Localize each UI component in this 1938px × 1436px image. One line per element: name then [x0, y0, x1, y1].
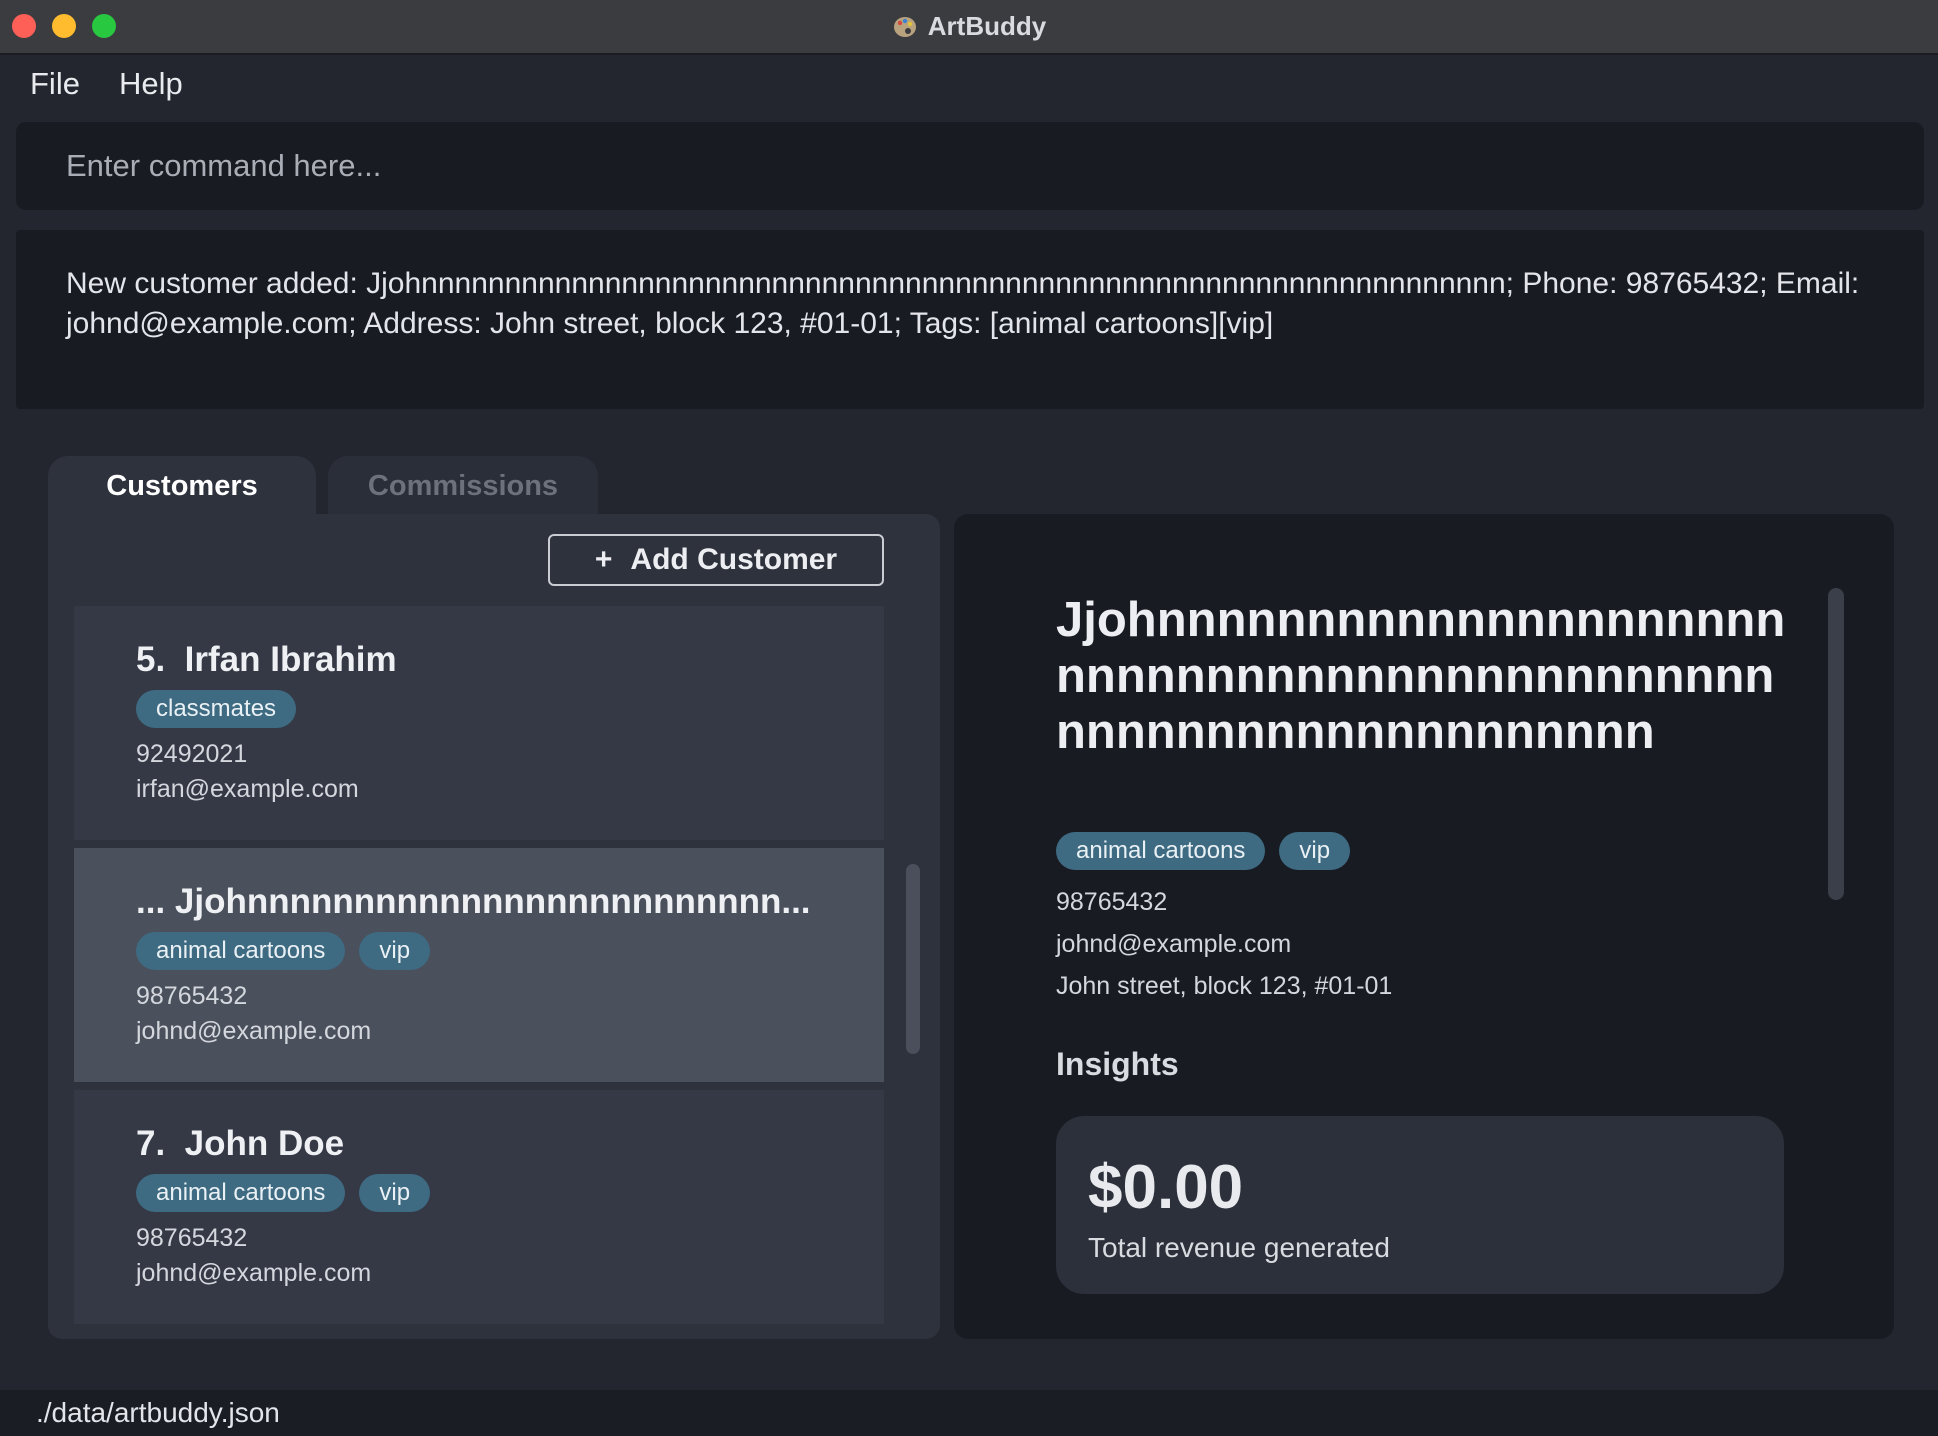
customer-name: 5. Irfan Ibrahim: [136, 640, 822, 680]
add-customer-label: Add Customer: [630, 543, 838, 576]
add-customer-button[interactable]: + Add Customer: [548, 534, 884, 586]
status-bar: ./data/artbuddy.json: [0, 1390, 1938, 1436]
detail-tag-list: animal cartoons vip: [1056, 832, 1351, 870]
result-display: New customer added: Jjohnnnnnnnnnnnnnnnn…: [16, 230, 1924, 409]
tag: classmates: [136, 690, 297, 728]
tab-customers[interactable]: Customers: [48, 456, 316, 516]
customer-phone: 98765432: [136, 1224, 248, 1252]
customer-index: 5.: [136, 640, 166, 679]
customer-phone: 98765432: [136, 982, 248, 1010]
command-input[interactable]: [16, 122, 1924, 210]
command-box: [16, 122, 1924, 210]
customer-email: irfan@example.com: [136, 775, 359, 803]
customer-card[interactable]: 7. John Doe animal cartoons vip 98765432…: [74, 1090, 884, 1324]
detail-scrollbar[interactable]: [1828, 588, 1844, 900]
tag-list: animal cartoons vip: [136, 932, 822, 970]
tag: animal cartoons: [1056, 832, 1266, 870]
customer-index: 7.: [136, 1124, 166, 1163]
customer-name: 7. John Doe: [136, 1124, 822, 1164]
tag: vip: [359, 1174, 431, 1212]
tag-list: animal cartoons vip: [136, 1174, 822, 1212]
customer-card[interactable]: 5. Irfan Ibrahim classmates 92492021 irf…: [74, 606, 884, 840]
menu-help[interactable]: Help: [119, 66, 183, 102]
detail-customer-name: Jjohnnnnnnnnnnnnnnnnnnnnnnnnnnnnnnnnnnnn…: [1056, 593, 1786, 759]
menu-bar: File Help: [0, 55, 1938, 112]
tab-commissions[interactable]: Commissions: [328, 456, 598, 516]
customer-phone: 92492021: [136, 740, 248, 768]
tag-list: classmates: [136, 690, 822, 728]
detail-address: John street, block 123, #01-01: [1056, 972, 1393, 1000]
customer-list-scrollbar[interactable]: [906, 864, 920, 1054]
data-file-path: ./data/artbuddy.json: [36, 1397, 280, 1428]
palette-icon: [893, 16, 916, 37]
tag: animal cartoons: [136, 1174, 346, 1212]
customer-list-panel: + Add Customer 5. Irfan Ibrahim classmat…: [48, 514, 940, 1339]
customer-index: ...: [136, 882, 166, 921]
customer-email: johnd@example.com: [136, 1017, 372, 1045]
customer-name-text: Irfan Ibrahim: [184, 640, 397, 679]
plus-icon: +: [594, 543, 613, 576]
menu-file[interactable]: File: [30, 66, 80, 102]
customer-name-text: John Doe: [184, 1124, 345, 1163]
tag: vip: [359, 932, 431, 970]
customer-name-text: Jjohnnnnnnnnnnnnnnnnnnnnnnnnn...: [174, 882, 811, 921]
window-title: ArtBuddy: [927, 11, 1047, 41]
revenue-insight-card: $0.00 Total revenue generated: [1056, 1116, 1784, 1294]
customer-name: ... Jjohnnnnnnnnnnnnnnnnnnnnnnnnn...: [136, 882, 822, 922]
tag: vip: [1279, 832, 1351, 870]
revenue-label: Total revenue generated: [1088, 1232, 1390, 1263]
insights-heading: Insights: [1056, 1046, 1179, 1082]
window-title-group: ArtBuddy: [0, 0, 1938, 53]
tag: animal cartoons: [136, 932, 346, 970]
customer-card-selected[interactable]: ... Jjohnnnnnnnnnnnnnnnnnnnnnnnnn... ani…: [74, 848, 884, 1082]
title-bar: ArtBuddy: [0, 0, 1938, 55]
detail-phone: 98765432: [1056, 888, 1168, 916]
customer-detail-panel: Jjohnnnnnnnnnnnnnnnnnnnnnnnnnnnnnnnnnnnn…: [954, 514, 1894, 1339]
detail-email: johnd@example.com: [1056, 930, 1292, 958]
customer-email: johnd@example.com: [136, 1259, 372, 1287]
customer-list: 5. Irfan Ibrahim classmates 92492021 irf…: [74, 606, 884, 1339]
revenue-value: $0.00: [1088, 1153, 1244, 1222]
